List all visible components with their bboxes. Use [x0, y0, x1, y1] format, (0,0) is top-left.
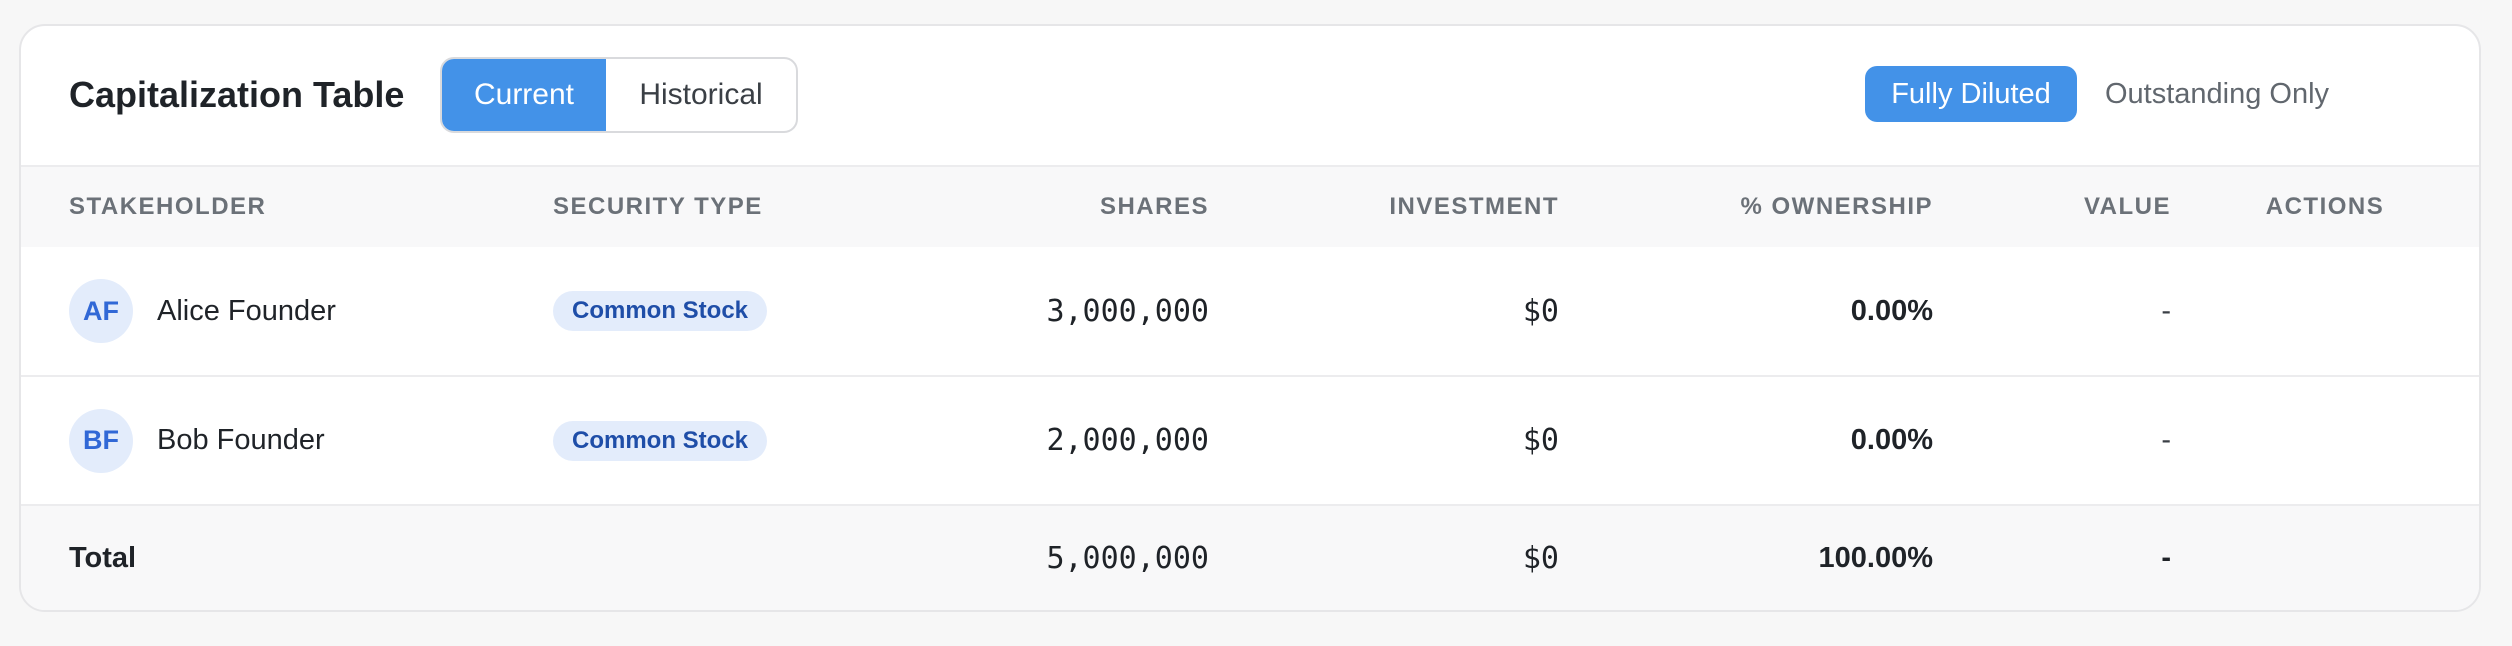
fully-diluted-button[interactable]: Fully Diluted	[1865, 66, 2077, 122]
page-title: Capitalization Table	[69, 74, 405, 115]
column-header-security-type: SECURITY TYPE	[553, 193, 763, 220]
total-row: Total 5,000,000 $0 100.00% -	[21, 505, 2479, 610]
shares-cell: 2,000,000	[1046, 423, 1209, 458]
total-shares-cell: 5,000,000	[1046, 541, 1209, 576]
column-header-investment: INVESTMENT	[1389, 193, 1559, 220]
security-type-cell: Common Stock	[553, 376, 853, 505]
cap-table: STAKEHOLDER SECURITY TYPE SHARES INVESTM…	[21, 167, 2479, 610]
security-type-badge: Common Stock	[553, 420, 768, 461]
ownership-cell: 0.00%	[1850, 424, 1933, 456]
investment-cell: $0	[1522, 423, 1559, 458]
value-cell: -	[2161, 294, 2171, 327]
column-header-actions: ACTIONS	[2265, 193, 2385, 220]
avatar: BF	[69, 408, 133, 473]
avatar: AF	[69, 279, 133, 343]
stakeholder-cell: AF Alice Founder	[21, 247, 553, 376]
total-value-cell: -	[2161, 542, 2171, 574]
stakeholder-name: Bob Founder	[157, 424, 325, 456]
column-header-shares: SHARES	[1099, 193, 1209, 220]
table-row: AF Alice Founder Common Stock 3,000,000 …	[21, 247, 2479, 376]
actions-cell	[2171, 247, 2479, 376]
total-label: Total	[69, 542, 137, 574]
total-ownership-cell: 100.00%	[1818, 542, 1934, 574]
security-type-badge: Common Stock	[553, 291, 768, 331]
investment-cell: $0	[1522, 293, 1559, 329]
table-row: BF Bob Founder Common Stock 2,000,000 $0…	[21, 376, 2479, 505]
ownership-cell: 0.00%	[1850, 294, 1933, 327]
column-header-value: VALUE	[2083, 193, 2171, 220]
table-header-row: STAKEHOLDER SECURITY TYPE SHARES INVESTM…	[21, 167, 2479, 247]
tab-current[interactable]: Current	[442, 59, 606, 131]
tab-historical[interactable]: Historical	[606, 59, 796, 131]
total-security-type-cell	[553, 505, 853, 610]
stakeholder-cell: BF Bob Founder	[21, 376, 553, 505]
column-header-ownership: % OWNERSHIP	[1740, 193, 1933, 220]
value-cell: -	[2161, 424, 2171, 456]
cap-table-header: Capitalization Table Current Historical …	[21, 26, 2479, 167]
actions-cell	[2171, 376, 2479, 505]
total-actions-cell	[2171, 505, 2479, 610]
view-toggle: Current Historical	[440, 57, 798, 133]
stakeholder-name: Alice Founder	[157, 294, 336, 327]
column-header-stakeholder: STAKEHOLDER	[69, 193, 267, 220]
total-investment-cell: $0	[1522, 541, 1559, 576]
shares-cell: 3,000,000	[1046, 293, 1209, 329]
outstanding-only-button[interactable]: Outstanding Only	[2097, 66, 2337, 122]
cap-table-card: Capitalization Table Current Historical …	[19, 24, 2481, 612]
security-type-cell: Common Stock	[553, 247, 853, 376]
